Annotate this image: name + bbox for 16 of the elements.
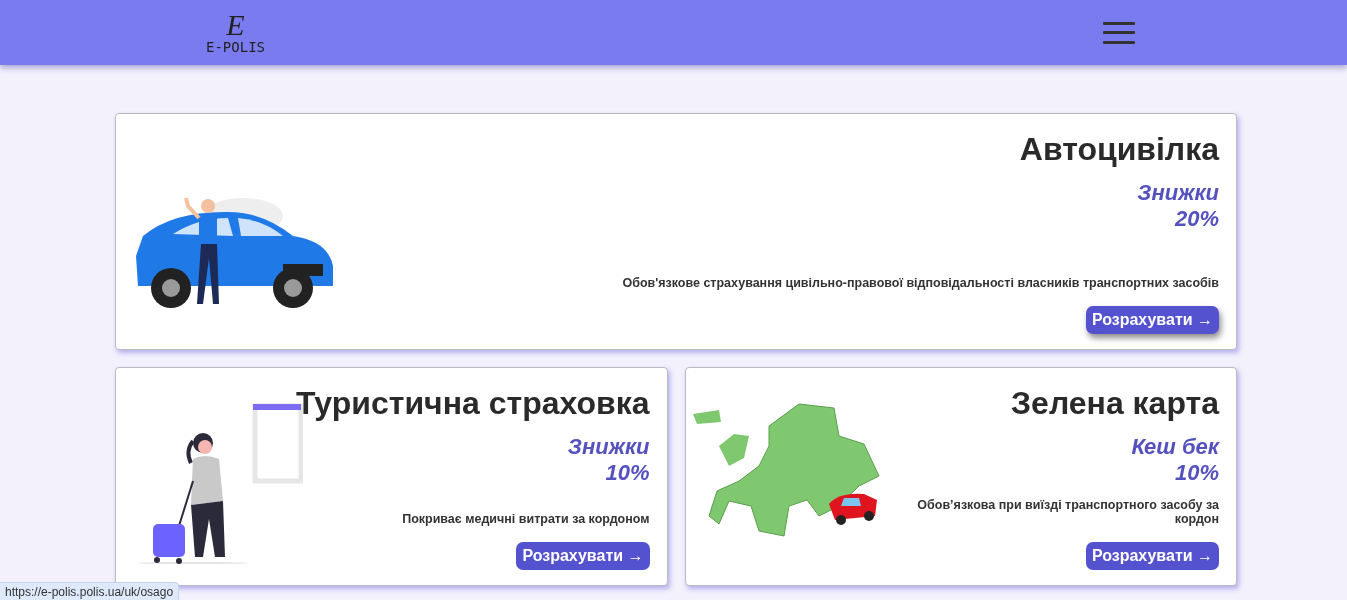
- logo-text[interactable]: E-POLIS: [206, 38, 265, 55]
- card-description: Покриває медичні витрати за кордоном: [402, 512, 650, 526]
- offer-label: Знижки 10%: [567, 434, 650, 486]
- card-title: Туристична страховка: [296, 384, 650, 422]
- calculate-button[interactable]: Розрахувати →: [1085, 306, 1219, 334]
- card-description: Обов'язкове страхування цивільно-правової відповідальності власників транспортних засобів: [622, 276, 1219, 290]
- calculate-button[interactable]: Розрахувати →: [516, 542, 650, 570]
- menu-icon[interactable]: [1103, 21, 1135, 44]
- offer-label: Знижки 20%: [1137, 180, 1219, 232]
- status-url: https://e-polis.polis.ua/uk/osago: [0, 582, 180, 600]
- card-description: Обов’язкова при виїзді транспортного засобу за кордон: [916, 498, 1219, 526]
- offer-label: Кеш бек 10%: [1131, 434, 1219, 486]
- card-title: Зелена карта: [1011, 384, 1219, 422]
- card-title: Автоцивілка: [1019, 130, 1219, 168]
- logo-mark[interactable]: E: [226, 10, 245, 39]
- calculate-button[interactable]: Розрахувати →: [1085, 542, 1219, 570]
